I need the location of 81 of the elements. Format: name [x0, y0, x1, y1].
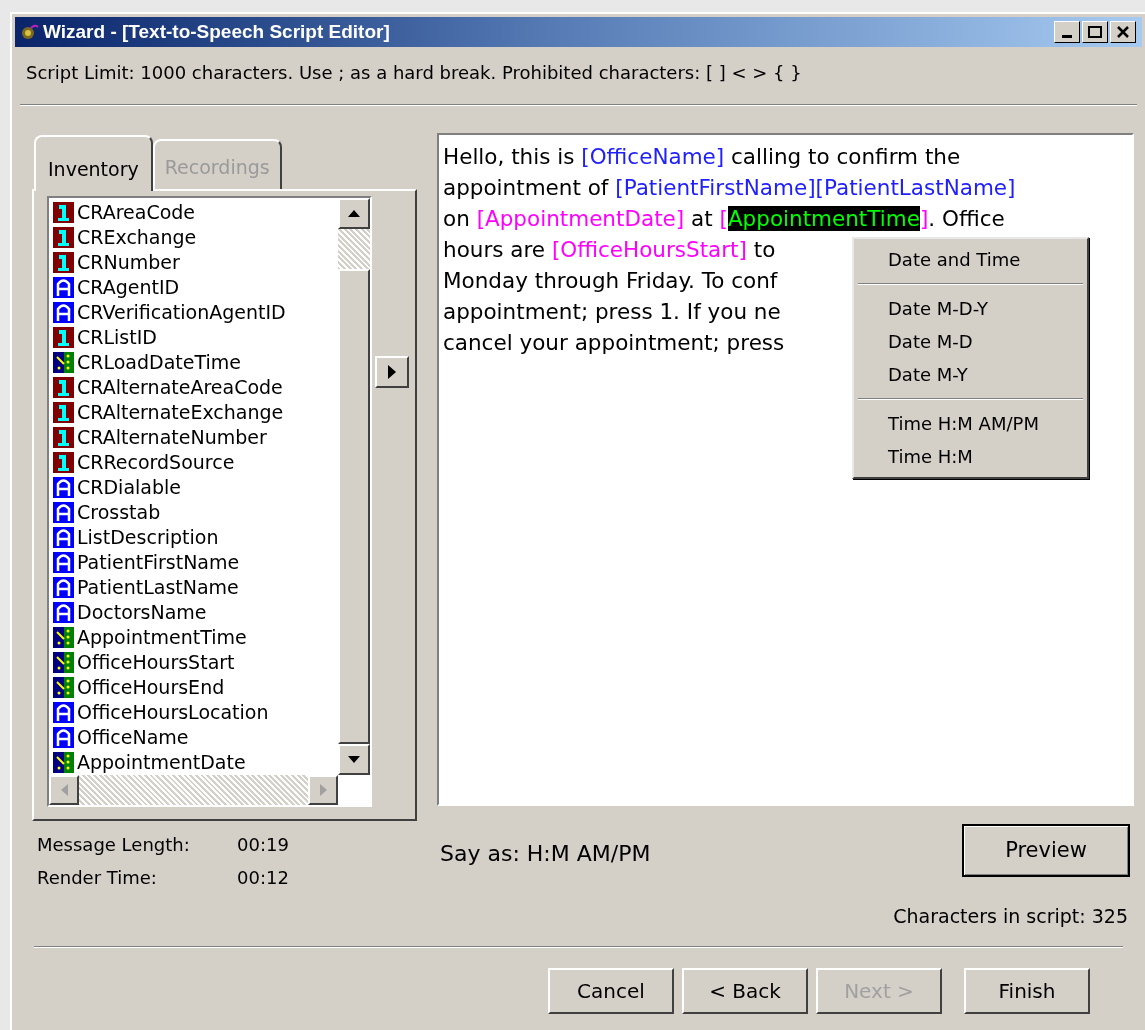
script-text: . Office	[928, 206, 1005, 231]
numeric-field-icon	[53, 402, 74, 423]
date-field-icon	[53, 652, 74, 673]
scroll-left-button[interactable]	[49, 775, 79, 805]
right-arrow-icon	[388, 365, 396, 379]
field-token: [AppointmentDate]	[476, 206, 685, 231]
instructions-text: Script Limit: 1000 characters. Use ; as a hard break. Prohibited characters: [ ] < > { }	[26, 61, 803, 85]
scroll-up-button[interactable]	[338, 198, 370, 229]
menu-item[interactable]: Date M-D	[854, 325, 1087, 358]
tab[interactable]: Inventory	[34, 135, 153, 191]
script-text: Hello, this is	[443, 144, 576, 169]
text-field-icon	[53, 702, 74, 723]
numeric-field-icon	[53, 202, 74, 223]
right-arrow-icon	[319, 784, 327, 796]
numeric-field-icon	[53, 327, 74, 348]
field-token: [	[719, 206, 728, 231]
menu-item[interactable]: Time H:M AM/PM	[854, 407, 1087, 440]
text-field-icon	[53, 502, 74, 523]
scroll-down-button[interactable]	[338, 744, 370, 775]
stat-label: Message Length:	[37, 833, 191, 857]
menu-item[interactable]: Time H:M	[854, 440, 1087, 473]
maximize-icon	[1088, 26, 1102, 38]
script-text: appointment; press 1. If you ne	[443, 299, 781, 324]
vertical-scrollbar[interactable]	[338, 198, 370, 775]
text-field-icon	[53, 477, 74, 498]
numeric-field-icon	[53, 227, 74, 248]
app-icon	[19, 23, 39, 41]
text-field-icon	[53, 302, 74, 323]
left-arrow-icon	[60, 784, 68, 796]
close-button[interactable]	[1110, 21, 1136, 43]
script-text: at	[690, 206, 714, 231]
numeric-field-icon	[53, 377, 74, 398]
minimize-button[interactable]	[1054, 21, 1080, 43]
horizontal-scrollbar[interactable]	[49, 775, 338, 805]
wizard-button[interactable]: < Back	[682, 967, 808, 1014]
text-field-icon	[53, 277, 74, 298]
down-arrow-icon	[348, 756, 360, 763]
text-field-icon	[53, 577, 74, 598]
date-field-icon	[53, 352, 74, 373]
menu-item[interactable]: Date M-Y	[854, 358, 1087, 391]
stat-value: 00:19	[237, 833, 290, 857]
menu-item[interactable]: Date M-D-Y	[854, 292, 1087, 325]
insert-field-button[interactable]	[375, 356, 409, 388]
scroll-right-button[interactable]	[308, 775, 338, 805]
script-text: on	[443, 206, 471, 231]
wizard-button[interactable]: Finish	[964, 967, 1090, 1014]
script-text: calling to confirm the	[730, 144, 961, 169]
scrollbar-thumb[interactable]	[338, 269, 370, 744]
numeric-field-icon	[53, 427, 74, 448]
selected-token: AppointmentTime	[727, 206, 920, 231]
maximize-button[interactable]	[1082, 21, 1108, 43]
window-title: Wizard - [Text-to-Speech Script Editor]	[43, 19, 391, 44]
field-token: [OfficeName]	[581, 144, 725, 169]
script-editor[interactable]	[437, 133, 1134, 806]
stat-label: Render Time:	[37, 866, 158, 890]
date-field-icon	[53, 627, 74, 648]
text-field-icon	[53, 602, 74, 623]
character-count: Characters in script: 325	[893, 904, 1128, 929]
preview-button[interactable]: Preview	[962, 824, 1130, 877]
script-text: appointment of	[443, 175, 610, 200]
script-text: Monday through Friday. To conf	[443, 268, 778, 293]
say-as-label: Say as: H:M AM/PM	[440, 840, 652, 868]
wizard-button[interactable]: Cancel	[548, 967, 674, 1014]
minimize-icon	[1062, 35, 1072, 38]
numeric-field-icon	[53, 252, 74, 273]
script-text: hours are	[443, 237, 547, 262]
menu-item[interactable]: Date and Time	[854, 243, 1087, 276]
script-text: to	[752, 237, 776, 262]
date-field-icon	[53, 677, 74, 698]
close-icon	[1117, 26, 1129, 38]
text-field-icon	[53, 552, 74, 573]
field-token: [OfficeHoursStart]	[551, 237, 747, 262]
date-field-icon	[53, 752, 74, 773]
field-token: ]	[919, 206, 929, 231]
script-text: cancel your appointment; press	[443, 330, 785, 355]
stat-value: 00:12	[237, 866, 290, 890]
up-arrow-icon	[348, 210, 360, 217]
numeric-field-icon	[53, 452, 74, 473]
text-field-icon	[53, 727, 74, 748]
field-token: [PatientFirstName][PatientLastName]	[615, 175, 1016, 200]
text-field-icon	[53, 527, 74, 548]
